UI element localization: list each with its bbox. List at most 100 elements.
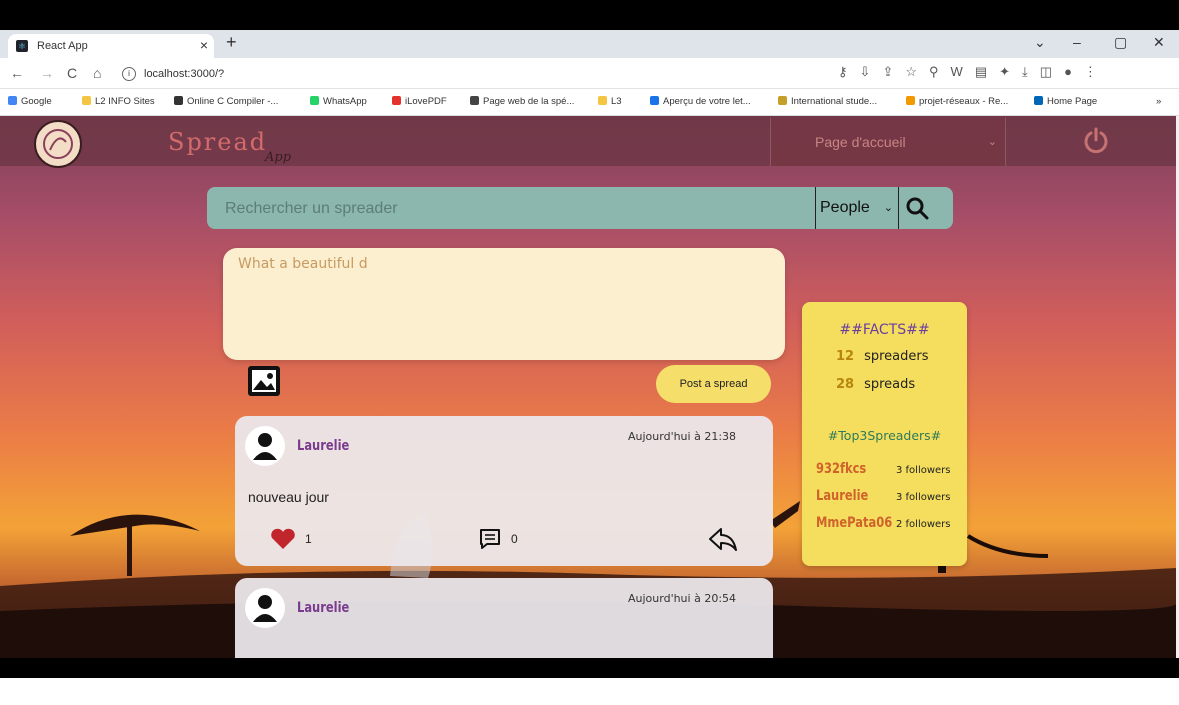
post-card: Laurelie Aujourd'hui à 21:38 nouveau jou… — [235, 416, 773, 566]
post-username[interactable]: Laurelie — [297, 600, 349, 616]
post-date: Aujourd'hui à 20:54 — [628, 592, 737, 605]
logo-art-icon — [43, 129, 73, 159]
avatar[interactable] — [245, 426, 285, 466]
spread-composer[interactable]: What a beautiful d — [223, 248, 785, 360]
info-icon[interactable]: i — [122, 67, 136, 82]
sidebar-icon[interactable]: ◫ — [1040, 64, 1064, 79]
crest-icon — [778, 96, 787, 105]
brand-subtitle: App — [265, 150, 292, 165]
bookmark-projet-reseaux[interactable]: projet-réseaux - Re... — [906, 96, 1008, 107]
arrow-icon — [650, 96, 659, 105]
project-icon — [906, 96, 915, 105]
close-window-button[interactable]: ✕ — [1153, 34, 1165, 51]
install-icon[interactable]: ⇩ — [860, 64, 883, 79]
folder-icon — [82, 96, 91, 105]
code-icon — [174, 96, 183, 105]
bookmark-page-web[interactable]: Page web de la spé... — [470, 96, 574, 107]
search-type-value: People — [820, 199, 870, 216]
url-text: localhost:3000/? — [144, 68, 225, 80]
edge-icon — [1034, 96, 1043, 105]
spreads-stat: 28 spreads — [836, 377, 916, 392]
tab-title: React App — [37, 40, 88, 52]
tab-close-button[interactable]: × — [200, 37, 208, 53]
profile-avatar[interactable]: ● — [1064, 64, 1084, 79]
tab-react-app[interactable]: ⚛ React App × — [8, 34, 214, 58]
back-arrow-icon[interactable]: ← — [10, 65, 24, 81]
app-logo[interactable] — [34, 120, 82, 168]
wikipedia-icon[interactable]: W — [951, 64, 975, 79]
menu-icon[interactable]: ⋮ — [1084, 64, 1109, 79]
search-bar: Rechercher un spreader People ⌄ — [207, 187, 953, 229]
like-count: 1 — [305, 532, 312, 546]
spreaders-stat: 12 spreaders — [836, 349, 929, 364]
window-top-bar — [0, 0, 1179, 30]
top-spreaders-title: #Top3Spreaders# — [827, 428, 942, 443]
user-avatar-icon — [253, 595, 277, 622]
bookmark-l3[interactable]: L3 — [598, 96, 622, 107]
page-icon[interactable]: ▤ — [975, 64, 999, 79]
brand-title: Spread — [168, 128, 268, 156]
share-icon[interactable]: ⇪ — [882, 64, 905, 79]
avatar[interactable] — [245, 588, 285, 628]
toolbar-icons: ⚷⇩⇪☆⚲W▤✦⤓◫●⋮ — [838, 64, 1109, 80]
more-bookmarks-button[interactable]: » — [1156, 96, 1161, 107]
comment-icon[interactable] — [478, 527, 502, 551]
bookmark-l2-info[interactable]: L2 INFO Sites — [82, 96, 155, 107]
post-spread-button[interactable]: Post a spread — [656, 365, 771, 403]
minimize-button[interactable]: – — [1073, 34, 1081, 50]
top-spreader-item[interactable]: Laurelie 3 followers — [816, 488, 951, 504]
folder-icon — [598, 96, 607, 105]
extensions-icon[interactable]: ✦ — [999, 64, 1022, 79]
forward-arrow-icon[interactable]: → — [40, 65, 54, 81]
post-card: Laurelie Aujourd'hui à 20:54 — [235, 578, 773, 658]
post-text: nouveau jour — [248, 489, 329, 505]
bookmarks-bar: Google L2 INFO Sites Online C Compiler -… — [0, 89, 1179, 116]
zoom-icon[interactable]: ⚲ — [929, 64, 951, 79]
post-date: Aujourd'hui à 21:38 — [628, 430, 737, 443]
page-select-value: Page d'accueil — [815, 134, 906, 150]
post-username[interactable]: Laurelie — [297, 438, 349, 454]
bookmark-home-page[interactable]: Home Page — [1034, 96, 1097, 107]
google-icon — [8, 96, 17, 105]
chevron-down-icon: ⌄ — [987, 136, 997, 148]
ilovepdf-icon — [392, 96, 401, 105]
key-icon[interactable]: ⚷ — [838, 64, 860, 79]
bookmark-google[interactable]: Google — [8, 96, 52, 107]
search-icon[interactable] — [905, 196, 929, 220]
tab-search-icon[interactable]: ⌄ — [1034, 34, 1046, 51]
page-select[interactable]: Page d'accueil ⌄ — [770, 118, 1006, 166]
search-input[interactable]: Rechercher un spreader — [225, 200, 398, 218]
react-favicon-icon: ⚛ — [16, 40, 28, 52]
user-avatar-icon — [253, 433, 277, 460]
search-type-select[interactable]: People ⌄ — [815, 187, 899, 229]
share-reply-icon[interactable] — [707, 525, 739, 553]
top-spreader-item[interactable]: MmePata06 2 followers — [816, 515, 951, 531]
chevron-down-icon: ⌄ — [883, 202, 893, 214]
star-icon[interactable]: ☆ — [905, 64, 929, 79]
app-viewport: Spread App Page d'accueil ⌄ Rechercher u… — [0, 116, 1176, 658]
whatsapp-icon — [310, 96, 319, 105]
bookmark-online-c[interactable]: Online C Compiler -... — [174, 96, 278, 107]
download-icon[interactable]: ⤓ — [1022, 64, 1040, 79]
address-bar[interactable]: i localhost:3000/? — [122, 63, 952, 85]
heart-icon[interactable] — [270, 528, 296, 550]
top-spreader-item[interactable]: 932fkcs 3 followers — [816, 461, 951, 477]
window-bottom-bar — [0, 658, 1179, 678]
bookmark-whatsapp[interactable]: WhatsApp — [310, 96, 367, 107]
bookmark-ilovepdf[interactable]: iLovePDF — [392, 96, 447, 107]
home-icon[interactable]: ⌂ — [93, 65, 101, 81]
image-upload-icon[interactable] — [248, 366, 280, 396]
bookmark-apercu[interactable]: Aperçu de votre let... — [650, 96, 751, 107]
facts-title: ##FACTS## — [839, 322, 930, 338]
power-icon[interactable] — [1082, 126, 1110, 154]
reload-icon[interactable]: C — [67, 65, 77, 81]
app-navbar: Spread App Page d'accueil ⌄ — [0, 116, 1176, 168]
globe-icon — [470, 96, 479, 105]
facts-panel: ##FACTS## 12 spreaders 28 spreads #Top3Spr… — [802, 302, 967, 566]
new-tab-button[interactable]: + — [226, 32, 237, 53]
comment-count: 0 — [511, 532, 518, 546]
bookmark-international[interactable]: International stude... — [778, 96, 877, 107]
tab-strip: ⚛ React App × — [0, 30, 1179, 58]
restore-button[interactable]: ▢ — [1114, 34, 1127, 51]
composer-text: What a beautiful d — [238, 256, 368, 272]
